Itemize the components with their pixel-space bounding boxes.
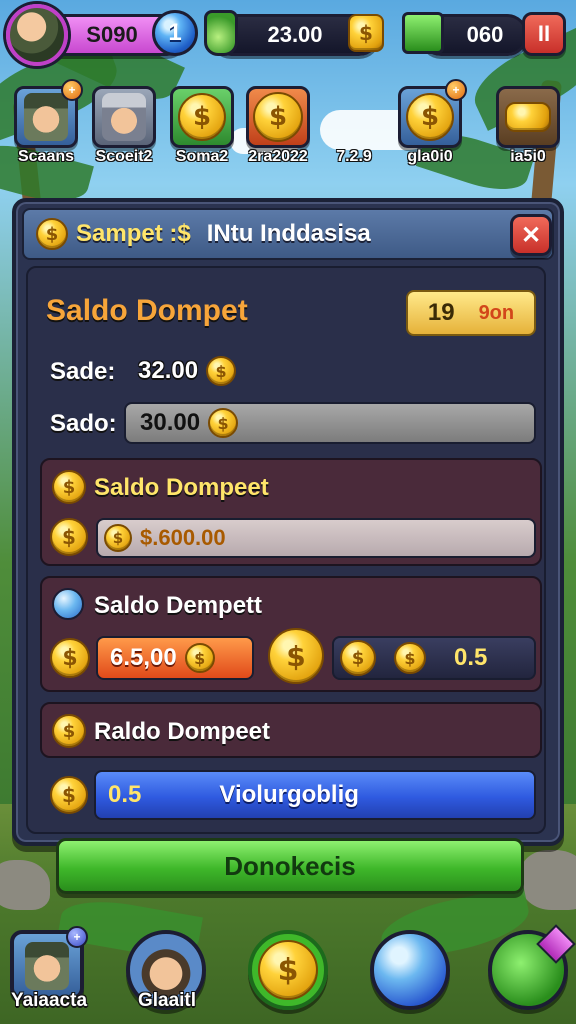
- heading-pill-value: 19: [427, 299, 455, 326]
- card-1-value: $.600.00: [140, 525, 226, 550]
- card-2-title: Saldo Dempett: [94, 592, 263, 619]
- gift-icon[interactable]: [488, 924, 576, 1010]
- card-2-value-b: 0.5: [454, 644, 488, 671]
- pause-icon: II: [537, 21, 551, 46]
- card-2-dark-field[interactable]: $ $ 0.5: [332, 636, 536, 680]
- balance-field[interactable]: 30.00 $: [124, 402, 536, 444]
- shortcut-label: ia5i0: [510, 148, 546, 165]
- shortcut-slot-1[interactable]: [92, 86, 156, 148]
- coin-stack-icon: [505, 102, 551, 132]
- shortcut-slot-5[interactable]: $ +: [398, 79, 467, 148]
- rock: [0, 860, 50, 910]
- shortcut-label: gla0i0: [407, 148, 453, 165]
- shortcut-slot-0[interactable]: +: [14, 79, 83, 148]
- treasure-chest-icon: [402, 12, 444, 54]
- orb-icon[interactable]: [370, 930, 450, 1010]
- balance-row2-label: Sado:: [50, 410, 117, 437]
- nav-label: Glaaitl: [137, 990, 197, 1011]
- card-1-field[interactable]: $ $.600.00: [96, 518, 536, 558]
- player-avatar[interactable]: [6, 4, 68, 66]
- blue-gem-icon: [52, 588, 84, 620]
- balance-field-value: 30.00: [140, 409, 201, 436]
- coin-icon: $: [184, 643, 215, 673]
- shortcut-slot-3[interactable]: $: [246, 86, 310, 148]
- coin-button[interactable]: $: [268, 628, 324, 684]
- level-orb-icon[interactable]: 1: [152, 10, 198, 56]
- coin-icon: $: [52, 470, 86, 504]
- coin-icon: $: [208, 408, 239, 438]
- coin-icon: $: [406, 93, 454, 141]
- rock: [520, 850, 576, 910]
- coin-icon: $: [340, 640, 376, 676]
- notification-badge: +: [445, 79, 467, 101]
- card-2-value-a: 6.5,00: [110, 644, 177, 671]
- panel-title: Sampet :$: [76, 220, 191, 247]
- coin-icon: $: [50, 638, 90, 678]
- nav-label: Yaiaacta: [10, 990, 88, 1011]
- balance-row-value: 32.00 $: [138, 356, 237, 386]
- wallet-panel: $ Sampet :$ INtu Inddasisa ✕ Saldo Dompe…: [12, 198, 564, 846]
- coin-icon: $: [258, 940, 318, 1000]
- character-icon: [24, 93, 68, 141]
- heading-pill[interactable]: 19 9on: [406, 290, 536, 336]
- coin-icon: $: [178, 93, 226, 141]
- balance-row-label: Sade:: [50, 358, 116, 385]
- close-button[interactable]: ✕: [510, 214, 552, 256]
- card-3-action-label: Violurgoblig: [219, 781, 359, 808]
- card-1-title: Saldo Dompeet: [94, 474, 269, 501]
- top-hud: S090 1 23.00 $ 060 II: [0, 0, 576, 70]
- panel-subtitle: INtu Inddasisa: [206, 220, 371, 247]
- confirm-label: Donokecis: [224, 850, 356, 881]
- coin-icon: $: [394, 642, 426, 674]
- close-icon: ✕: [520, 221, 542, 249]
- coin-icon: $: [36, 218, 68, 250]
- potion-icon: [204, 10, 238, 56]
- character-icon: [25, 942, 69, 990]
- level-orb-value: 1: [168, 19, 182, 46]
- panel-body: Saldo Dompet 19 9on Sade: 32.00 $ Sado: …: [26, 266, 546, 834]
- card-2-orange-field[interactable]: 6.5,00 $: [96, 636, 254, 680]
- coin-icon: $: [104, 524, 132, 552]
- wallet-card-2: Saldo Dempett $ 6.5,00 $ $ $ $ 0.5: [40, 576, 542, 692]
- shortcut-slot-6[interactable]: [496, 86, 560, 148]
- notification-badge: +: [61, 79, 83, 101]
- card-3-value: 0.5: [108, 781, 142, 808]
- notification-badge: +: [66, 926, 88, 948]
- coin-icon: $: [50, 518, 88, 556]
- character-icon: [102, 93, 146, 141]
- pause-button[interactable]: II: [522, 12, 566, 56]
- confirm-button[interactable]: Donokecis: [56, 838, 524, 894]
- coin-icon: $: [348, 14, 384, 52]
- wallet-card-1: $ Saldo Dompeet $ $ $.600.00: [40, 458, 542, 566]
- balance-value: 32.00: [138, 357, 199, 384]
- panel-header: $ Sampet :$ INtu Inddasisa: [22, 208, 554, 260]
- heading-pill-unit: 9on: [478, 301, 515, 324]
- card-3-action-bar[interactable]: 0.5 Violurgoblig: [94, 770, 536, 820]
- card-3-title: Raldo Dompeet: [94, 718, 271, 745]
- coin-icon: $: [253, 92, 303, 142]
- coin-icon: $: [206, 356, 237, 386]
- wallet-heading: Saldo Dompet: [46, 294, 248, 327]
- coin-icon: $: [50, 776, 88, 814]
- wallet-card-3: $ Raldo Dompeet: [40, 702, 542, 758]
- coin-icon: $: [52, 714, 86, 748]
- shortcut-slot-2[interactable]: $: [170, 86, 234, 148]
- nav-coin[interactable]: $: [248, 930, 328, 1010]
